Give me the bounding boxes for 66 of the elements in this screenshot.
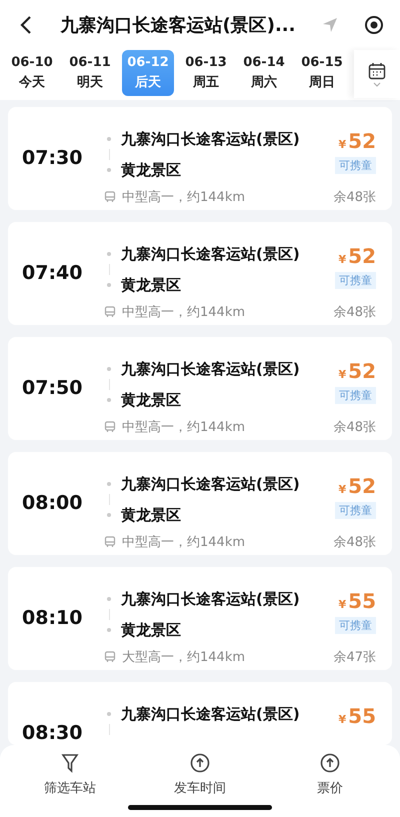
seats-left: 余48张 <box>333 189 376 206</box>
date-tab[interactable]: 06-14 周六 <box>238 50 290 96</box>
date-tab[interactable]: 06-11 明天 <box>64 50 116 96</box>
ticket-price: ¥52 <box>338 244 376 268</box>
child-tag: 可携童 <box>335 157 376 174</box>
back-icon[interactable] <box>20 15 32 35</box>
sort-button[interactable]: 发车时间 <box>150 753 250 801</box>
destination-station: 黄龙景区 <box>121 276 181 294</box>
target-icon[interactable] <box>364 15 384 35</box>
arrow-up-icon <box>190 753 210 773</box>
seats-left: 余48张 <box>333 304 376 321</box>
calendar-icon <box>368 62 386 80</box>
origin-station: 九寨沟口长途客运站(景区) <box>121 130 300 148</box>
chevron-down-icon <box>373 82 381 86</box>
origin-station: 九寨沟口长途客运站(景区) <box>121 244 300 264</box>
departure-time: 08:10 <box>22 607 84 629</box>
ticket-price: ¥55 <box>338 589 376 613</box>
origin-station: 九寨沟口长途客运站(景区) <box>121 590 300 608</box>
destination-station: 黄龙景区 <box>121 390 181 410</box>
bus-icon <box>104 306 116 318</box>
origin-station: 九寨沟口长途客运站(景区) <box>121 360 300 378</box>
sort-button[interactable]: 筛选车站 <box>20 753 120 801</box>
bus-info: 中型高一，约144km <box>122 534 246 551</box>
bus-info: 中型高一，约144km <box>122 304 246 321</box>
child-tag: 可携童 <box>335 387 376 404</box>
origin-station: 九寨沟口长途客运站(景区) <box>121 474 300 494</box>
arrow-up-icon <box>320 753 340 773</box>
trip-card[interactable]: 08:10 九寨沟口长途客运站(景区) 黄龙景区 大型高一，约144km ¥55 可携童 余47张 <box>8 567 392 670</box>
trip-card[interactable]: 07:50 九寨沟口长途客运站(景区) 黄龙景区 中型高一，约144km ¥52 可携童 余48张 <box>8 337 392 440</box>
departure-time: 07:30 <box>22 147 84 169</box>
bus-icon <box>104 191 116 203</box>
departure-time: 07:50 <box>22 377 84 399</box>
destination-station: 黄龙景区 <box>121 160 181 180</box>
bus-info: 中型高一，约144km <box>122 419 246 436</box>
bus-info: 中型高一，约144km <box>122 189 246 206</box>
trip-card[interactable]: 07:40 九寨沟口长途客运站(景区) 黄龙景区 中型高一，约144km ¥52 可携童 余48张 <box>8 222 392 325</box>
date-tab[interactable]: 06-15 周日 <box>296 50 348 96</box>
bus-info: 大型高一，约144km <box>122 649 246 666</box>
destination-station: 黄龙景区 <box>121 506 181 524</box>
origin-station: 九寨沟口长途客运站(景区) <box>121 704 300 724</box>
seats-left: 余48张 <box>333 534 376 551</box>
child-tag: 可携童 <box>335 502 376 519</box>
filter-icon <box>61 753 79 773</box>
child-tag: 可携童 <box>335 272 376 289</box>
sort-button[interactable]: 票价 <box>280 753 380 801</box>
bus-icon <box>104 421 116 433</box>
ticket-price: ¥52 <box>338 129 376 153</box>
trip-card[interactable]: 07:30 九寨沟口长途客运站(景区) 黄龙景区 中型高一，约144km ¥52 可携童 余48张 <box>8 107 392 210</box>
ticket-price: ¥52 <box>338 474 376 498</box>
bus-icon <box>104 651 116 663</box>
ticket-price: ¥52 <box>338 359 376 383</box>
child-tag: 可携童 <box>335 617 376 634</box>
calendar-button[interactable] <box>354 50 400 98</box>
page-title: 九寨沟口长途客运站(景区)... <box>59 14 296 37</box>
ticket-price: ¥55 <box>338 704 376 728</box>
date-tab[interactable]: 06-10 今天 <box>6 50 58 96</box>
departure-time: 08:00 <box>22 492 84 514</box>
departure-time: 07:40 <box>22 262 84 284</box>
seats-left: 余48张 <box>333 419 376 436</box>
trip-card[interactable]: 08:30 九寨沟口长途客运站(景区) ¥55 <box>8 682 392 745</box>
departure-time: 08:30 <box>22 722 84 744</box>
trip-card[interactable]: 08:00 九寨沟口长途客运站(景区) 黄龙景区 中型高一，约144km ¥52 可携童 余48张 <box>8 452 392 555</box>
date-tab[interactable]: 06-13 周五 <box>180 50 232 96</box>
seats-left: 余47张 <box>333 649 376 666</box>
destination-station: 黄龙景区 <box>121 620 181 640</box>
bus-icon <box>104 536 116 548</box>
